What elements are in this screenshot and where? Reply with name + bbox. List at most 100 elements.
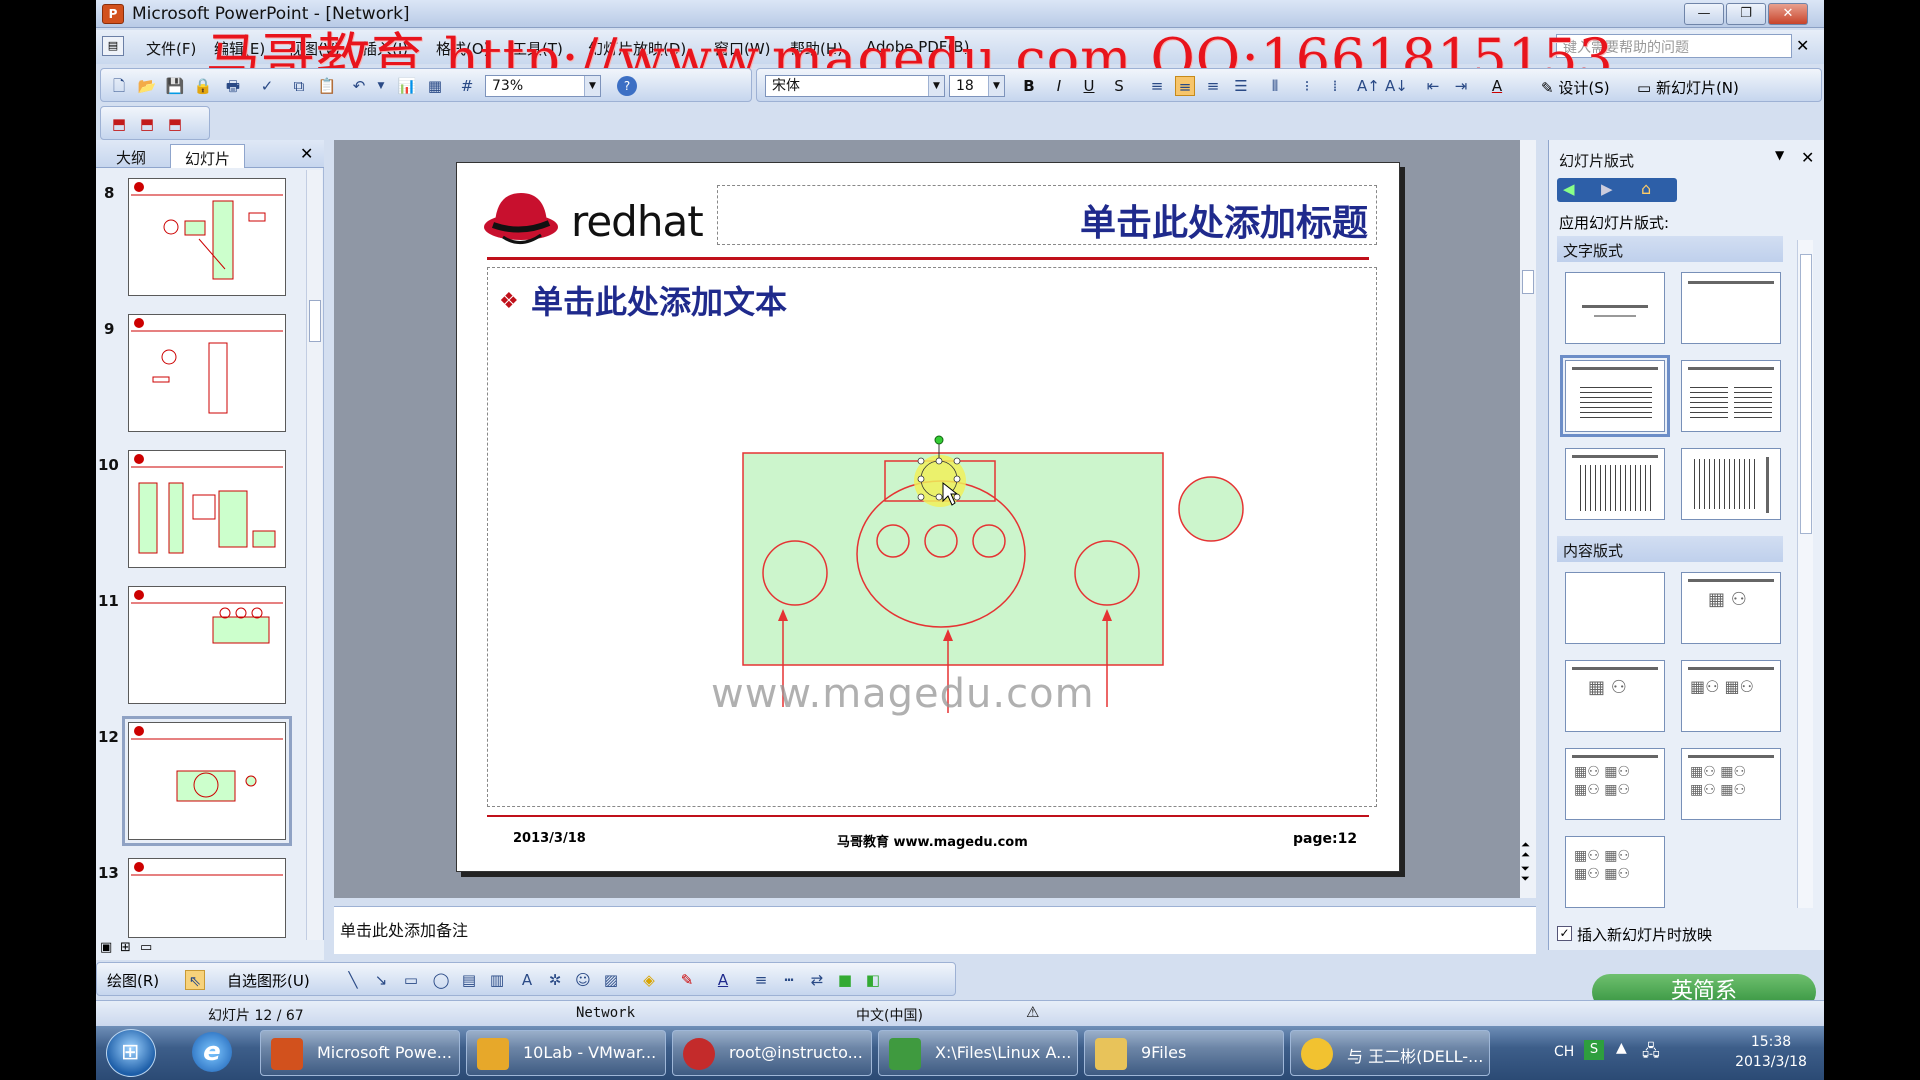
tray-arrow-icon[interactable]: ▲ [1616,1040,1627,1056]
minimize-button[interactable]: — [1684,3,1724,25]
taskbar-chat[interactable]: 与 王二彬(DELL-... [1290,1030,1490,1076]
close-panel-icon[interactable]: ✕ [300,144,313,163]
bold-icon[interactable]: B [1019,76,1039,96]
italic-icon[interactable]: I [1049,76,1069,96]
layout-title-four-content[interactable]: ▦⚇ ▦⚇ ▦⚇ ▦⚇ [1565,748,1665,820]
decrease-font-icon[interactable]: A↓ [1385,76,1408,96]
network-tray-icon[interactable]: 🖧 [1642,1040,1660,1067]
layout-title-and-content[interactable]: ▦ ⚇ [1565,660,1665,732]
layout-two-column-text[interactable] [1681,360,1781,432]
line-icon[interactable]: ╲ [343,970,363,990]
pdf-convert-icon[interactable]: ⬒ [109,114,129,134]
input-language[interactable]: CH [1554,1044,1574,1060]
layout-title-slide[interactable] [1565,272,1665,344]
font-select[interactable]: 宋体 ▼ [765,75,945,97]
clipart-icon[interactable]: ☺ [573,970,593,990]
prev-slide-icon[interactable]: ⏶ ⏶ [1521,839,1530,860]
wordart-icon[interactable]: A [517,970,537,990]
home-icon[interactable]: ⌂ [1641,179,1651,198]
design-button[interactable]: ✎ 设计(S) [1541,77,1610,98]
align-left-icon[interactable]: ≡ [1147,76,1167,96]
increase-indent-icon[interactable]: ⇥ [1451,76,1471,96]
close-document-icon[interactable]: ✕ [1796,36,1809,55]
insert-chart-icon[interactable]: 📊 [397,76,417,96]
3d-style-icon[interactable]: ◧ [863,970,883,990]
line-color-icon[interactable]: ✎ [677,970,697,990]
restore-button[interactable]: ❐ [1726,3,1766,25]
diagram-icon[interactable]: ✲ [545,970,565,990]
layout-content[interactable]: ▦ ⚇ [1681,572,1781,644]
start-button[interactable]: ⊞ [106,1029,156,1077]
copy-icon[interactable]: ⧉ [289,76,309,96]
underline-icon[interactable]: U [1079,76,1099,96]
title-placeholder[interactable]: 单击此处添加标题 [717,185,1377,245]
spelling-icon[interactable]: ✓ [257,76,277,96]
slide-title[interactable]: 单击此处添加标题 [1080,194,1368,246]
font-color-icon[interactable]: A [1487,76,1507,96]
paste-icon[interactable]: 📋 [317,76,337,96]
picture-icon[interactable]: ▨ [601,970,621,990]
shadow-style-icon[interactable]: ■ [835,970,855,990]
close-button[interactable]: ✕ [1768,3,1808,25]
numbering-icon[interactable]: ⁝ [1297,76,1317,96]
slide-thumbnail-selected[interactable] [122,716,292,846]
chevron-down-icon[interactable]: ▼ [584,76,600,96]
dash-style-icon[interactable]: ┅ [779,970,799,990]
columns-icon[interactable]: ⫴ [1265,76,1285,96]
undo-icon[interactable]: ↶ [349,76,369,96]
taskbar-vmware[interactable]: 10Lab - VMwar... [466,1030,666,1076]
font-color-icon[interactable]: A [713,970,733,990]
bullets-icon[interactable]: ⁞ [1325,76,1345,96]
pdf-email-icon[interactable]: ⬒ [137,114,157,134]
layout-title-two-content[interactable]: ▦⚇ ▦⚇ [1681,660,1781,732]
layout-vertical-text[interactable] [1565,448,1665,520]
undo-dropdown-icon[interactable]: ▼ [371,76,391,96]
document-icon[interactable]: ▤ [102,36,124,56]
chevron-down-icon[interactable]: ▼ [988,76,1004,96]
tab-slides[interactable]: 幻灯片 [170,144,246,168]
permission-icon[interactable]: 🔒 [193,76,213,96]
new-slide-button[interactable]: ▭ 新幻灯片(N) [1637,77,1739,98]
system-clock[interactable]: 15:38 2013/3/18 [1726,1032,1816,1072]
tab-outline[interactable]: 大纲 [102,144,160,168]
taskbar-excel[interactable]: X:\Files\Linux A... [878,1030,1078,1076]
chevron-down-icon[interactable]: ▼ [928,76,944,96]
line-style-icon[interactable]: ≡ [751,970,771,990]
insert-table-icon[interactable]: ▦ [425,76,445,96]
show-on-insert-checkbox[interactable]: ✓ [1557,926,1572,941]
sorter-view-icon[interactable]: ⊞ [120,940,131,955]
print-icon[interactable]: 🖶 [223,76,243,96]
internet-explorer-icon[interactable]: e [192,1032,232,1072]
next-slide-icon[interactable]: ⏷ ⏷ [1521,863,1530,884]
draw-menu[interactable]: 绘图(R) [107,970,159,991]
powerpoint-app-icon[interactable]: P [102,4,124,24]
autoshapes-menu[interactable]: 自选图形(U) [227,970,310,991]
scrollbar-thumb[interactable] [309,300,321,342]
forward-icon[interactable]: ▶ [1601,180,1613,198]
layout-four-content[interactable]: ▦⚇ ▦⚇ ▦⚇ ▦⚇ [1565,836,1665,908]
menu-file[interactable]: 文件(F) [146,38,196,59]
normal-view-icon[interactable]: ▣ [100,940,112,955]
taskbar-folder[interactable]: 9Files [1084,1030,1284,1076]
pane-scrollbar[interactable] [1797,240,1813,908]
new-icon[interactable]: 🗋 [109,76,129,96]
slide-thumbnail[interactable] [128,178,286,296]
close-pane-icon[interactable]: ✕ [1801,148,1814,167]
vertical-textbox-icon[interactable]: ▥ [487,970,507,990]
align-center-icon[interactable]: ≡ [1175,76,1195,96]
arrow-icon[interactable]: ↘ [371,970,391,990]
help-icon[interactable]: ? [617,76,637,96]
notes-text[interactable]: 单击此处添加备注 [340,921,468,940]
scrollbar-thumb[interactable] [1800,254,1812,534]
notes-pane[interactable]: 单击此处添加备注 [334,906,1536,954]
increase-font-icon[interactable]: A↑ [1357,76,1380,96]
slide-thumbnail[interactable] [128,586,286,704]
pane-menu-chevron-icon[interactable]: ▼ [1775,148,1784,162]
layout-blank[interactable] [1565,572,1665,644]
thumbnail-scrollbar[interactable] [306,170,322,940]
justify-icon[interactable]: ☰ [1231,76,1251,96]
slide-body-text[interactable]: 单击此处添加文本 [531,277,787,323]
layout-title-content-mixed[interactable]: ▦⚇ ▦⚇ ▦⚇ ▦⚇ [1681,748,1781,820]
oval-icon[interactable]: ◯ [431,970,451,990]
textbox-icon[interactable]: ▤ [459,970,479,990]
